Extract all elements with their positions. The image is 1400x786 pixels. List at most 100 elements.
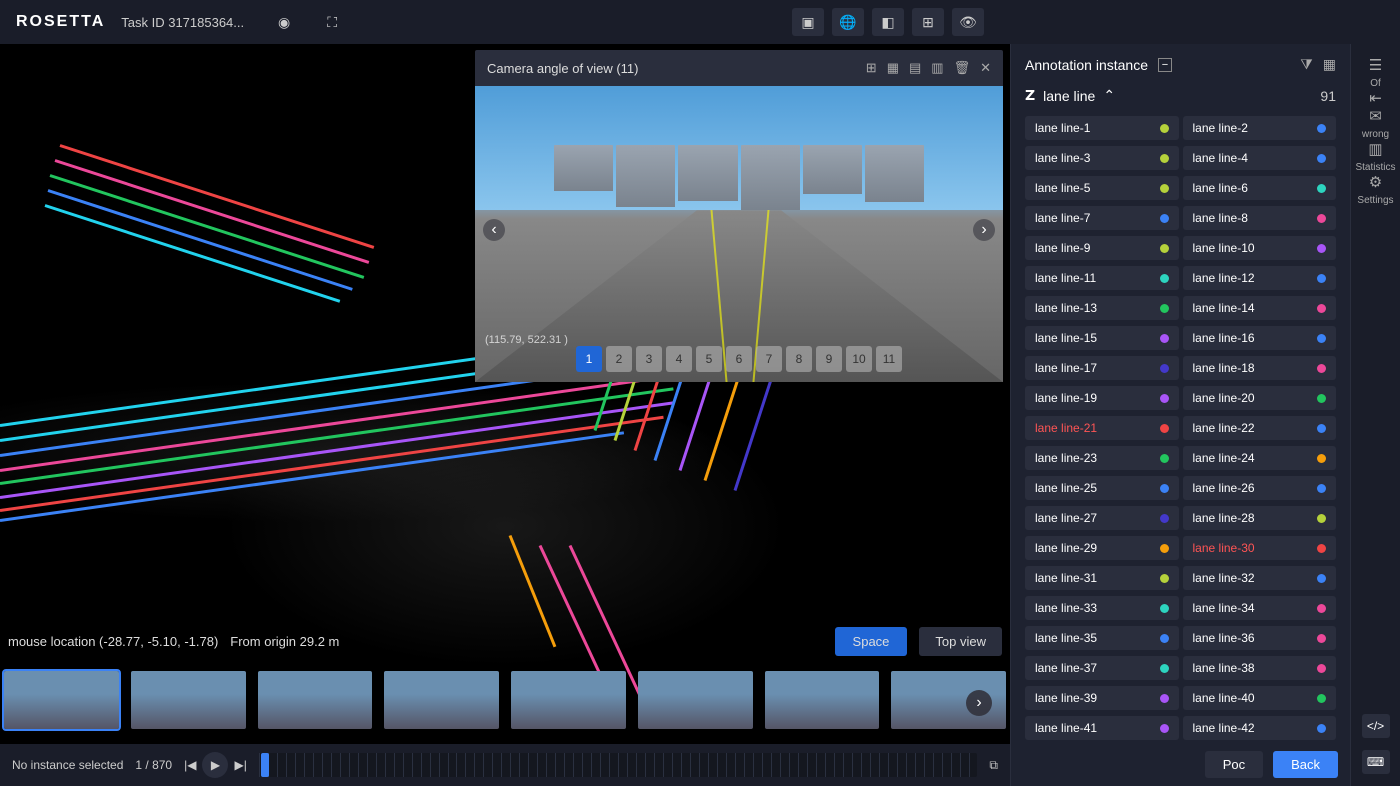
instance-item[interactable]: lane line-31 (1025, 566, 1179, 590)
camera-page-button[interactable]: 1 (576, 346, 602, 372)
thumbnail-next-button[interactable]: › (966, 690, 992, 716)
instance-item[interactable]: lane line-3 (1025, 146, 1179, 170)
instance-item[interactable]: lane line-25 (1025, 476, 1179, 500)
instance-item[interactable]: lane line-15 (1025, 326, 1179, 350)
instance-item[interactable]: lane line-18 (1183, 356, 1337, 380)
thumbnail[interactable] (765, 671, 880, 729)
rail-item[interactable]: ⇤ (1355, 89, 1395, 107)
camera-page-button[interactable]: 3 (636, 346, 662, 372)
camera-page-button[interactable]: 9 (816, 346, 842, 372)
instance-item[interactable]: lane line-9 (1025, 236, 1179, 260)
filter-icon[interactable]: ⧩ (1300, 56, 1313, 73)
instance-item[interactable]: lane line-5 (1025, 176, 1179, 200)
instance-item[interactable]: lane line-34 (1183, 596, 1337, 620)
instance-item[interactable]: lane line-22 (1183, 416, 1337, 440)
viewport-3d[interactable]: Camera angle of view (11) ⊞ ▦ ▤ ▥ 🗑 ✕ (0, 44, 1010, 786)
eye-icon[interactable]: 👁 (952, 8, 984, 36)
thumbnail[interactable] (258, 671, 373, 729)
timeline-track[interactable] (259, 753, 978, 777)
camera-next-button[interactable]: › (973, 219, 995, 241)
panel-icon[interactable]: ◧ (872, 8, 904, 36)
poc-button[interactable]: Poc (1205, 751, 1263, 778)
viewport-icon[interactable]: ▣ (792, 8, 824, 36)
instance-item[interactable]: lane line-36 (1183, 626, 1337, 650)
instance-item[interactable]: lane line-8 (1183, 206, 1337, 230)
instance-item[interactable]: lane line-16 (1183, 326, 1337, 350)
layout-2-icon[interactable]: ▦ (887, 60, 899, 76)
instance-item[interactable]: lane line-32 (1183, 566, 1337, 590)
layout-4-icon[interactable]: ▥ (931, 60, 943, 76)
thumbnail[interactable] (384, 671, 499, 729)
fullscreen-icon[interactable]: ⛶ (316, 8, 348, 36)
instance-item[interactable]: lane line-38 (1183, 656, 1337, 680)
layout-3-icon[interactable]: ▤ (909, 60, 921, 76)
instance-item[interactable]: lane line-20 (1183, 386, 1337, 410)
camera-page-button[interactable]: 4 (666, 346, 692, 372)
instance-item[interactable]: lane line-28 (1183, 506, 1337, 530)
thumbnail[interactable] (131, 671, 246, 729)
instance-item[interactable]: lane line-4 (1183, 146, 1337, 170)
instance-item[interactable]: lane line-14 (1183, 296, 1337, 320)
thumbnail[interactable] (4, 671, 119, 729)
camera-icon[interactable]: ◉ (268, 8, 300, 36)
list-icon[interactable]: ▦ (1323, 56, 1336, 73)
instance-item[interactable]: lane line-6 (1183, 176, 1337, 200)
thumbnail[interactable] (638, 671, 753, 729)
globe-icon[interactable]: 🌐 (832, 8, 864, 36)
rail-item[interactable]: ▥Statistics (1355, 140, 1395, 173)
trash-icon[interactable]: 🗑 (954, 60, 971, 76)
instance-item[interactable]: lane line-23 (1025, 446, 1179, 470)
collapse-icon[interactable]: − (1158, 58, 1172, 72)
camera-prev-button[interactable]: ‹ (483, 219, 505, 241)
space-button[interactable]: Space (835, 627, 908, 656)
timeline-playhead[interactable] (261, 753, 269, 777)
prev-frame-button[interactable]: |◀ (184, 758, 196, 772)
camera-view[interactable]: (115.79, 522.31 ) ‹ › 1234567891011 (475, 86, 1003, 382)
instance-item[interactable]: lane line-19 (1025, 386, 1179, 410)
code-icon[interactable]: </> (1362, 714, 1390, 738)
instance-item[interactable]: lane line-37 (1025, 656, 1179, 680)
camera-page-button[interactable]: 7 (756, 346, 782, 372)
next-frame-button[interactable]: ▶| (234, 758, 246, 772)
instance-item[interactable]: lane line-41 (1025, 716, 1179, 740)
category-header[interactable]: 𝗭 lane line ⌃ 91 (1025, 87, 1336, 104)
camera-page-button[interactable]: 6 (726, 346, 752, 372)
instance-item[interactable]: lane line-33 (1025, 596, 1179, 620)
rail-item[interactable]: ☰Of (1355, 56, 1395, 89)
camera-page-button[interactable]: 8 (786, 346, 812, 372)
instance-item[interactable]: lane line-11 (1025, 266, 1179, 290)
instance-item[interactable]: lane line-13 (1025, 296, 1179, 320)
rail-item[interactable]: ✉wrong (1355, 107, 1395, 140)
camera-page-button[interactable]: 10 (846, 346, 872, 372)
close-icon[interactable]: ✕ (980, 60, 991, 76)
instance-item[interactable]: lane line-27 (1025, 506, 1179, 530)
thumbnail[interactable] (511, 671, 626, 729)
instance-item[interactable]: lane line-40 (1183, 686, 1337, 710)
instance-item[interactable]: lane line-1 (1025, 116, 1179, 140)
keyboard-icon[interactable]: ⌨ (1362, 750, 1390, 774)
instance-item[interactable]: lane line-42 (1183, 716, 1337, 740)
camera-panel-header[interactable]: Camera angle of view (11) ⊞ ▦ ▤ ▥ 🗑 ✕ (475, 50, 1003, 86)
instance-item[interactable]: lane line-12 (1183, 266, 1337, 290)
play-button[interactable]: ▶ (202, 752, 228, 778)
instance-item[interactable]: lane line-24 (1183, 446, 1337, 470)
camera-page-button[interactable]: 11 (876, 346, 902, 372)
instance-item[interactable]: lane line-10 (1183, 236, 1337, 260)
instance-item[interactable]: lane line-17 (1025, 356, 1179, 380)
instance-item[interactable]: lane line-2 (1183, 116, 1337, 140)
instance-item[interactable]: lane line-30 (1183, 536, 1337, 560)
instance-item[interactable]: lane line-39 (1025, 686, 1179, 710)
instance-item[interactable]: lane line-29 (1025, 536, 1179, 560)
camera-page-button[interactable]: 5 (696, 346, 722, 372)
grid-icon[interactable]: ⊞ (912, 8, 944, 36)
instance-item[interactable]: lane line-7 (1025, 206, 1179, 230)
rail-item[interactable]: ⚙Settings (1355, 173, 1395, 206)
instance-item[interactable]: lane line-35 (1025, 626, 1179, 650)
timeline-menu-icon[interactable]: ⧉ (989, 758, 998, 773)
instance-item[interactable]: lane line-21 (1025, 416, 1179, 440)
camera-page-button[interactable]: 2 (606, 346, 632, 372)
top-view-button[interactable]: Top view (919, 627, 1002, 656)
back-button[interactable]: Back (1273, 751, 1338, 778)
grid-layout-icon[interactable]: ⊞ (866, 60, 877, 76)
instance-item[interactable]: lane line-26 (1183, 476, 1337, 500)
